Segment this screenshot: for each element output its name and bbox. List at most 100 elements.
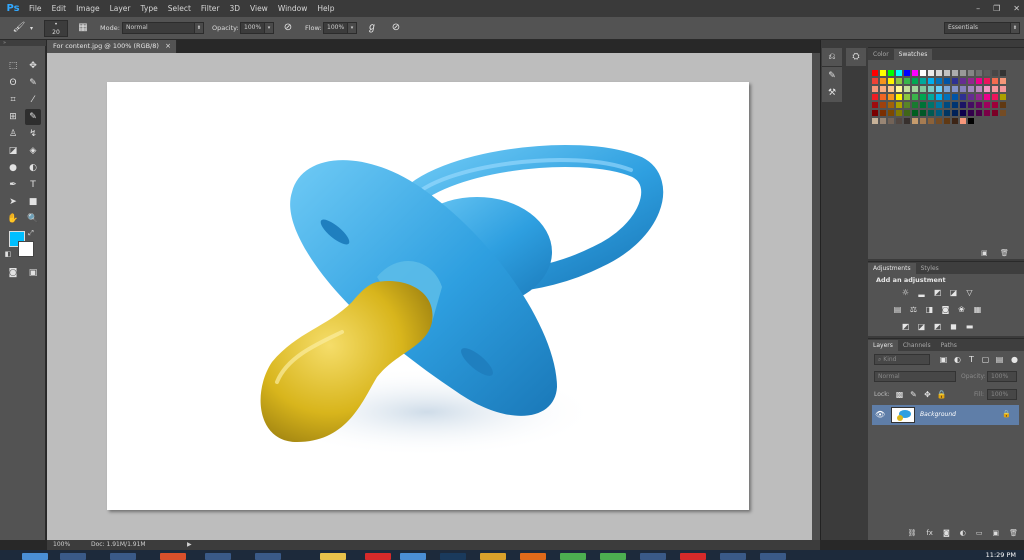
- default-colors-icon[interactable]: ◧: [3, 249, 13, 259]
- pen-tool-icon[interactable]: ✒: [5, 177, 21, 193]
- color-swatch[interactable]: [903, 77, 911, 85]
- color-swatch[interactable]: [903, 109, 911, 117]
- color-swatch[interactable]: [999, 93, 1007, 101]
- color-swatch[interactable]: [951, 101, 959, 109]
- menu-edit[interactable]: Edit: [47, 0, 72, 17]
- color-swatch[interactable]: [919, 85, 927, 93]
- status-menu-arrow-icon[interactable]: ▶: [187, 540, 192, 550]
- flow-field[interactable]: 100% ▾: [323, 22, 357, 34]
- tab-styles[interactable]: Styles: [916, 263, 944, 274]
- color-swatch[interactable]: [967, 69, 975, 77]
- color-swatch[interactable]: [919, 93, 927, 101]
- crop-tool-icon[interactable]: ⌗: [5, 92, 21, 108]
- lock-image-icon[interactable]: ✎: [908, 389, 919, 400]
- delete-layer-icon[interactable]: 🗑: [1009, 529, 1018, 541]
- color-swatch[interactable]: [887, 117, 895, 125]
- filter-shape-icon[interactable]: ▢: [980, 354, 991, 365]
- color-swatch[interactable]: [911, 77, 919, 85]
- color-swatch[interactable]: [911, 69, 919, 77]
- color-swatch[interactable]: [927, 117, 935, 125]
- history-panel-icon[interactable]: ⎌: [822, 48, 842, 66]
- vertical-scrollbar[interactable]: [812, 53, 820, 540]
- hue-saturation-icon[interactable]: ▤: [892, 304, 903, 315]
- color-swatch[interactable]: [919, 101, 927, 109]
- layer-row[interactable]: 👁 Background 🔒: [872, 405, 1019, 425]
- color-swatch[interactable]: [935, 109, 943, 117]
- layer-style-icon[interactable]: fx: [926, 529, 933, 541]
- blur-tool-icon[interactable]: ●: [5, 160, 21, 176]
- color-swatch[interactable]: [903, 93, 911, 101]
- taskbar-app-4-icon[interactable]: [205, 553, 231, 560]
- color-swatch[interactable]: [959, 85, 967, 93]
- lock-all-icon[interactable]: 🔒: [936, 389, 947, 400]
- color-swatch[interactable]: [983, 101, 991, 109]
- paint-bucket-tool-icon[interactable]: ◈: [25, 143, 41, 159]
- color-swatch[interactable]: [999, 109, 1007, 117]
- levels-icon[interactable]: ▂: [916, 287, 927, 298]
- brush-tool-icon[interactable]: ✎: [25, 109, 41, 125]
- color-swatch[interactable]: [887, 101, 895, 109]
- color-swatch[interactable]: [999, 77, 1007, 85]
- restore-icon[interactable]: ❐: [993, 4, 1000, 13]
- color-swatch[interactable]: [879, 101, 887, 109]
- taskbar-app-10-icon[interactable]: [480, 553, 506, 560]
- zoom-tool-icon[interactable]: 🔍: [25, 211, 41, 227]
- color-swatch[interactable]: [983, 77, 991, 85]
- color-swatch[interactable]: [943, 93, 951, 101]
- selective-color-icon[interactable]: ◼: [948, 321, 959, 332]
- color-swatch[interactable]: [959, 101, 967, 109]
- filter-adjustment-icon[interactable]: ◐: [952, 354, 963, 365]
- color-swatch[interactable]: [871, 93, 879, 101]
- quick-selection-tool-icon[interactable]: ✎: [25, 75, 41, 91]
- color-swatch[interactable]: [983, 93, 991, 101]
- mode-select[interactable]: Normal ⬍: [122, 22, 204, 34]
- color-swatch[interactable]: [871, 109, 879, 117]
- taskbar-app-11-icon[interactable]: [520, 553, 546, 560]
- exposure-icon[interactable]: ◪: [948, 287, 959, 298]
- dodge-tool-icon[interactable]: ◐: [25, 160, 41, 176]
- color-swatch[interactable]: [895, 77, 903, 85]
- close-icon[interactable]: ✕: [1013, 4, 1020, 13]
- taskbar-app-12-icon[interactable]: [560, 553, 586, 560]
- color-swatch[interactable]: [951, 77, 959, 85]
- taskbar-app-8-icon[interactable]: [400, 553, 426, 560]
- color-swatch[interactable]: [919, 117, 927, 125]
- taskbar-app-3-icon[interactable]: [160, 553, 186, 560]
- color-lookup-icon[interactable]: ▦: [972, 304, 983, 315]
- color-swatch[interactable]: [983, 69, 991, 77]
- eraser-tool-icon[interactable]: ◪: [5, 143, 21, 159]
- minimize-icon[interactable]: –: [976, 4, 980, 13]
- lasso-tool-icon[interactable]: ʘ: [5, 75, 21, 91]
- color-swatch[interactable]: [943, 101, 951, 109]
- taskbar-app-6-icon[interactable]: [320, 553, 346, 560]
- color-swatch[interactable]: [951, 117, 959, 125]
- eyedropper-tool-icon[interactable]: ⁄: [25, 92, 41, 108]
- posterize-icon[interactable]: ◪: [916, 321, 927, 332]
- taskbar-app-1-icon[interactable]: [60, 553, 86, 560]
- color-swatch[interactable]: [927, 93, 935, 101]
- filter-smart-object-icon[interactable]: ▤: [994, 354, 1005, 365]
- color-swatch[interactable]: [943, 117, 951, 125]
- color-swatch[interactable]: [975, 117, 983, 125]
- curves-icon[interactable]: ◩: [932, 287, 943, 298]
- hand-tool-icon[interactable]: ✋: [5, 211, 21, 227]
- color-swatch[interactable]: [871, 101, 879, 109]
- color-swatch[interactable]: [975, 93, 983, 101]
- color-swatch[interactable]: [951, 85, 959, 93]
- color-swatch[interactable]: [959, 77, 967, 85]
- color-swatch[interactable]: [959, 93, 967, 101]
- filter-type-icon[interactable]: T: [966, 354, 977, 365]
- path-selection-tool-icon[interactable]: ➤: [5, 194, 21, 210]
- black-white-icon[interactable]: ◨: [924, 304, 935, 315]
- color-swatch[interactable]: [903, 85, 911, 93]
- color-swatch[interactable]: [983, 85, 991, 93]
- tab-swatches[interactable]: Swatches: [893, 49, 933, 60]
- close-icon[interactable]: ×: [165, 40, 171, 53]
- trash-icon[interactable]: 🗑: [1000, 249, 1009, 257]
- taskbar-app-5-icon[interactable]: [255, 553, 281, 560]
- opacity-field[interactable]: 100% ▾: [240, 22, 274, 34]
- color-swatch[interactable]: [895, 69, 903, 77]
- menu-select[interactable]: Select: [163, 0, 196, 17]
- color-swatch[interactable]: [895, 93, 903, 101]
- color-swatch[interactable]: [895, 101, 903, 109]
